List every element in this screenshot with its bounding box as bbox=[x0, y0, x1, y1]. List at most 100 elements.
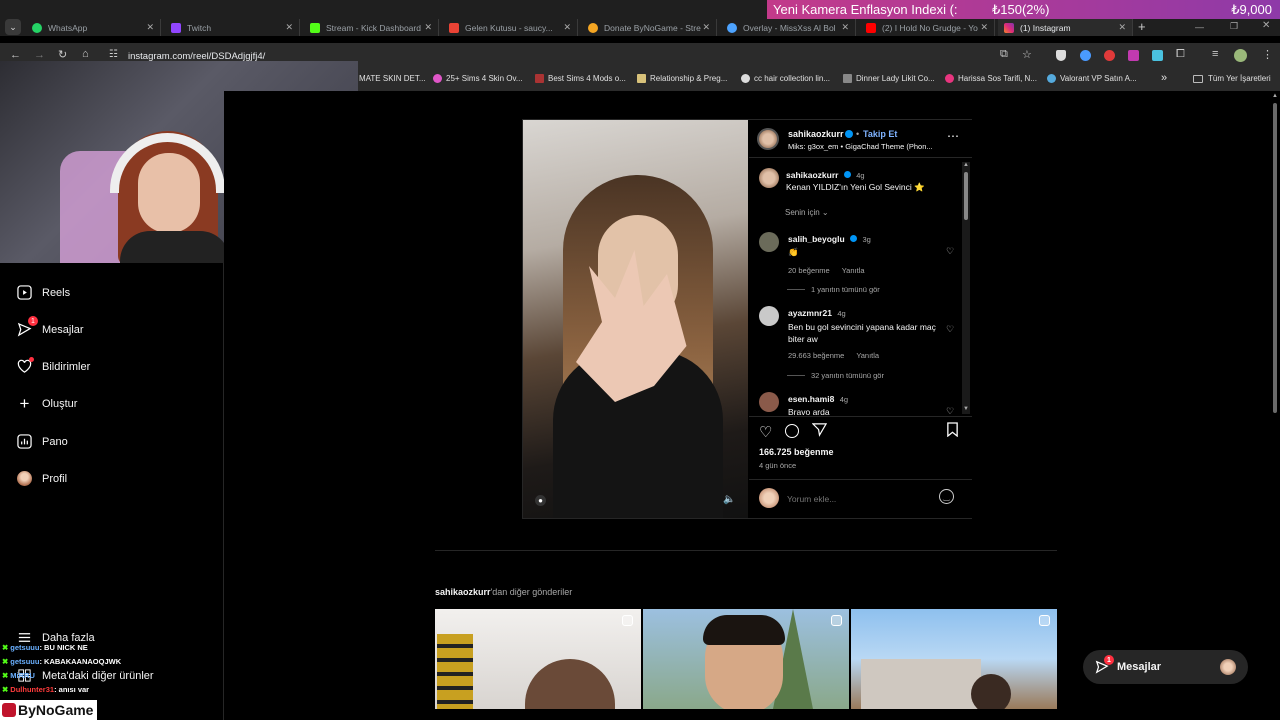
comment-username[interactable]: salih_beyoglu bbox=[788, 234, 845, 244]
close-tab-icon[interactable]: ✕ bbox=[841, 22, 849, 33]
bookmark-item[interactable]: cc hair collection lin... bbox=[741, 74, 830, 83]
home-icon[interactable]: ⌂ bbox=[82, 48, 89, 60]
like-comment-icon[interactable]: ♡ bbox=[946, 246, 956, 256]
tab-overlay[interactable]: Overlay - MissXss Al Bol ✕ bbox=[721, 19, 856, 36]
nav-reels[interactable]: Reels bbox=[16, 284, 70, 301]
new-tab-button[interactable]: + bbox=[1138, 19, 1146, 34]
scroll-thumb[interactable] bbox=[964, 172, 968, 220]
commenter-avatar[interactable] bbox=[759, 306, 779, 326]
close-tab-icon[interactable]: ✕ bbox=[424, 22, 432, 33]
post-thumbnail[interactable] bbox=[435, 609, 641, 709]
user-tag-icon[interactable]: ● bbox=[535, 495, 546, 506]
scroll-up-arrow[interactable]: ▲ bbox=[963, 162, 969, 168]
comments-scrollbar[interactable]: ▲ ▼ bbox=[962, 162, 970, 414]
bookmark-item[interactable]: Harissa Sos Tarifi, N... bbox=[945, 74, 1037, 83]
like-comment-icon[interactable]: ♡ bbox=[946, 324, 956, 334]
reel-video[interactable]: ● 🔈 bbox=[523, 120, 748, 518]
view-replies-button[interactable]: 32 yanıtın tümünü gör bbox=[787, 371, 884, 380]
tab-whatsapp[interactable]: WhatsApp ✕ bbox=[26, 19, 161, 36]
all-bookmarks-button[interactable]: Tüm Yer İşaretleri bbox=[1193, 74, 1271, 83]
more-posts-user[interactable]: sahikaozkurr bbox=[435, 587, 491, 597]
comment-icon[interactable] bbox=[785, 424, 799, 438]
minimize-window-icon[interactable]: — bbox=[1195, 22, 1204, 32]
author-avatar[interactable] bbox=[759, 168, 779, 188]
close-window-icon[interactable]: ✕ bbox=[1262, 20, 1270, 31]
reply-button[interactable]: Yanıtla bbox=[842, 266, 865, 275]
back-icon[interactable]: ← bbox=[10, 49, 21, 61]
more-posts-suffix: 'dan diğer gönderiler bbox=[490, 587, 573, 597]
comment-likes[interactable]: 29.663 beğenme bbox=[788, 351, 844, 360]
mute-icon[interactable]: 🔈 bbox=[723, 494, 735, 505]
nav-notifications[interactable]: Bildirimler bbox=[16, 357, 90, 375]
like-icon[interactable]: ♡ bbox=[759, 423, 772, 441]
caption-username[interactable]: sahikaozkurr bbox=[786, 170, 838, 180]
author-avatar[interactable] bbox=[757, 128, 779, 150]
comment-username[interactable]: ayazmnr21 bbox=[788, 308, 832, 318]
reload-icon[interactable]: ↻ bbox=[58, 48, 67, 61]
tab-list-button[interactable]: ⌄ bbox=[5, 19, 21, 35]
floating-messages-button[interactable]: 1 Mesajlar bbox=[1083, 650, 1248, 684]
tab-gmail[interactable]: Gelen Kutusu - saucy... ✕ bbox=[443, 19, 578, 36]
audio-label[interactable]: Miks: g3ox_em • GigaChad Theme (Phon... bbox=[788, 142, 933, 151]
tab-instagram[interactable]: (1) Instagram ✕ bbox=[998, 19, 1133, 36]
page-scrollbar[interactable]: ▲ bbox=[1270, 91, 1280, 720]
extensions-puzzle-icon[interactable]: ⧠ bbox=[1176, 48, 1185, 61]
tab-youtube[interactable]: (2) I Hold No Grudge - Yo ✕ bbox=[860, 19, 995, 36]
scroll-down-arrow[interactable]: ▼ bbox=[963, 406, 969, 412]
comment-likes[interactable]: 20 beğenme bbox=[788, 266, 830, 275]
bookmark-item[interactable]: Relationship & Preg... bbox=[637, 74, 727, 83]
for-you-filter[interactable]: Senin için ⌄ bbox=[785, 208, 829, 217]
more-options-icon[interactable]: ⋯ bbox=[947, 129, 959, 143]
reply-button[interactable]: Yanıtla bbox=[856, 351, 879, 360]
comment-username[interactable]: esen.hami8 bbox=[788, 394, 834, 404]
streamer-body bbox=[120, 231, 230, 263]
author-username[interactable]: sahikaozkurr bbox=[788, 129, 844, 139]
close-tab-icon[interactable]: ✕ bbox=[146, 22, 154, 33]
close-tab-icon[interactable]: ✕ bbox=[285, 22, 293, 33]
tab-kick[interactable]: Stream - Kick Dashboard ✕ bbox=[304, 19, 439, 36]
like-comment-icon[interactable]: ♡ bbox=[946, 406, 956, 416]
follow-button[interactable]: Takip Et bbox=[863, 129, 897, 139]
forward-icon[interactable]: → bbox=[34, 49, 45, 61]
bookmark-item[interactable]: 25+ Sims 4 Skin Ov... bbox=[433, 74, 523, 83]
close-tab-icon[interactable]: ✕ bbox=[1118, 22, 1126, 33]
commenter-avatar[interactable] bbox=[759, 392, 779, 412]
close-tab-icon[interactable]: ✕ bbox=[702, 22, 710, 33]
post-thumbnail[interactable] bbox=[643, 609, 849, 709]
close-tab-icon[interactable]: ✕ bbox=[563, 22, 571, 33]
nav-create[interactable]: + Oluştur bbox=[16, 394, 78, 413]
scroll-up-arrow[interactable]: ▲ bbox=[1272, 93, 1278, 99]
post-thumbnail[interactable] bbox=[851, 609, 1057, 709]
bookmark-item[interactable]: MATE SKIN DET... bbox=[359, 74, 426, 83]
tab-twitch[interactable]: Twitch ✕ bbox=[165, 19, 300, 36]
scroll-thumb[interactable] bbox=[1273, 103, 1277, 413]
tab-donate[interactable]: Donate ByNoGame - Stre ✕ bbox=[582, 19, 717, 36]
browser-menu-icon[interactable]: ⋮ bbox=[1262, 48, 1273, 61]
extension-shield-icon[interactable] bbox=[1056, 50, 1066, 61]
cast-icon[interactable]: ⧉ bbox=[1000, 48, 1008, 61]
bookmark-star-icon[interactable]: ☆ bbox=[1022, 48, 1032, 61]
bookmark-item[interactable]: Valorant VP Satın A... bbox=[1047, 74, 1137, 83]
emoji-icon[interactable]: ‿ bbox=[939, 489, 954, 504]
extension-pink-icon[interactable] bbox=[1128, 50, 1139, 61]
commenter-avatar[interactable] bbox=[759, 232, 779, 252]
share-icon[interactable] bbox=[811, 422, 828, 442]
close-tab-icon[interactable]: ✕ bbox=[980, 22, 988, 33]
save-icon[interactable] bbox=[946, 422, 959, 442]
restore-window-icon[interactable]: ❐ bbox=[1230, 21, 1238, 32]
view-replies-button[interactable]: 1 yanıtın tümünü gör bbox=[787, 285, 880, 294]
extension-red-icon[interactable] bbox=[1104, 50, 1115, 61]
comment-input[interactable] bbox=[787, 492, 927, 506]
likes-count[interactable]: 166.725 beğenme bbox=[759, 447, 834, 457]
extension-blue-icon[interactable] bbox=[1080, 50, 1091, 61]
nav-dashboard[interactable]: Pano bbox=[16, 433, 68, 450]
extension-cyan-icon[interactable] bbox=[1152, 50, 1163, 61]
bookmark-item[interactable]: Best Sims 4 Mods o... bbox=[535, 74, 626, 83]
site-info-icon[interactable]: ☷ bbox=[109, 49, 118, 60]
profile-avatar[interactable] bbox=[1234, 49, 1247, 62]
nav-messages[interactable]: 1 Mesajlar bbox=[16, 316, 84, 338]
nav-profile[interactable]: Profil bbox=[16, 470, 67, 487]
bookmarks-overflow-button[interactable]: » bbox=[1161, 72, 1167, 84]
bookmark-item[interactable]: Dinner Lady Likit Co... bbox=[843, 74, 935, 83]
media-control-icon[interactable]: ≡ bbox=[1212, 48, 1218, 60]
